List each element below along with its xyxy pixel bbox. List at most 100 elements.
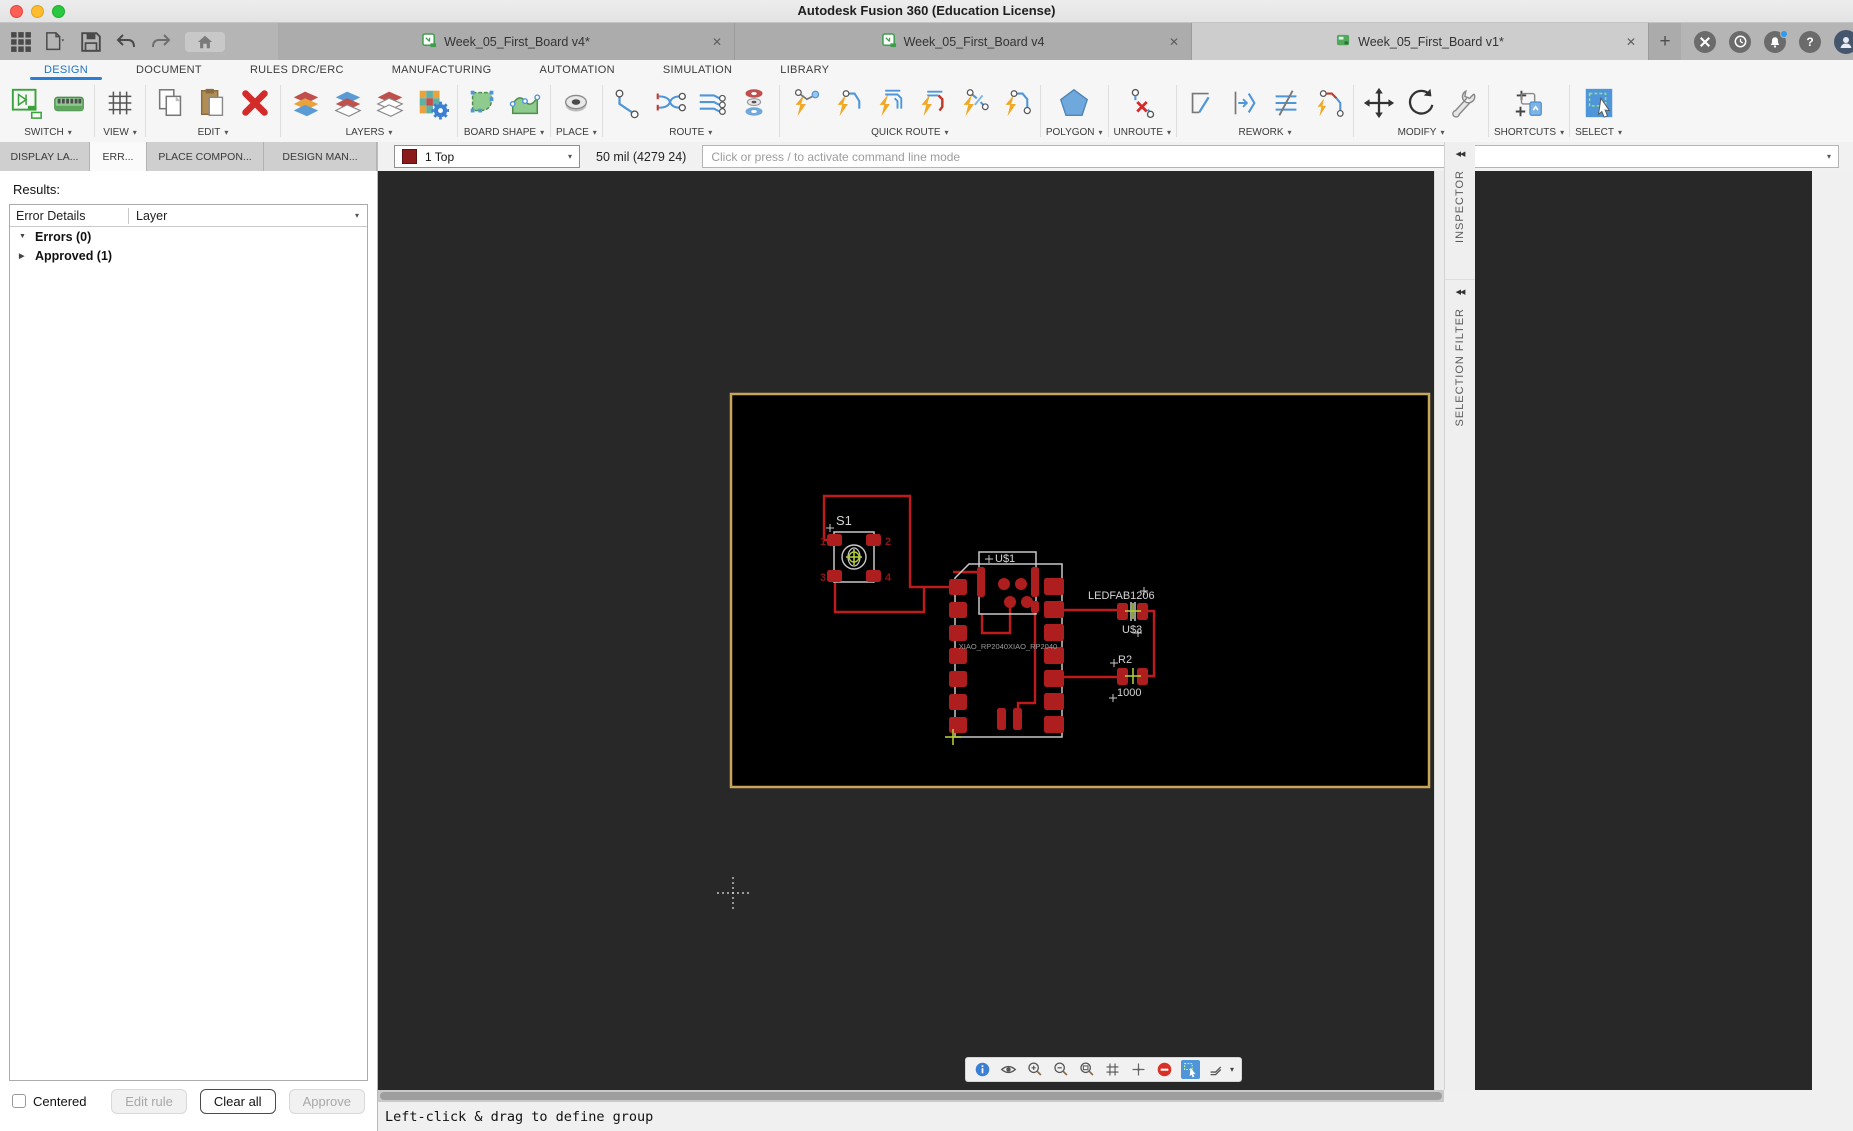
centered-checkbox[interactable]	[12, 1094, 26, 1108]
unroute-icon[interactable]	[1122, 82, 1162, 124]
quick-route-single-icon[interactable]	[995, 82, 1035, 124]
centered-checkbox-label[interactable]: Centered	[12, 1094, 86, 1109]
menu-rules-drc-erc[interactable]: RULES DRC/ERC	[226, 60, 368, 80]
toolbar-group-label[interactable]: BOARD SHAPE ▾	[464, 125, 544, 140]
info-icon[interactable]	[973, 1060, 992, 1079]
app-grid-icon[interactable]	[10, 31, 32, 53]
tab-place-components[interactable]: PLACE COMPON...	[147, 142, 264, 171]
toolbar-group-label[interactable]: UNROUTE ▾	[1114, 125, 1171, 140]
polygon-icon[interactable]	[1054, 82, 1094, 124]
document-tab-3-active[interactable]: Week_05_First_Board v1* ✕	[1192, 23, 1649, 60]
box-select-icon[interactable]	[1181, 1060, 1200, 1079]
layer-settings-icon[interactable]	[412, 82, 452, 124]
menu-library[interactable]: LIBRARY	[756, 60, 853, 80]
toolbar-group-label[interactable]: QUICK ROUTE ▾	[871, 125, 948, 140]
menu-simulation[interactable]: SIMULATION	[639, 60, 756, 80]
route-icon[interactable]	[608, 82, 648, 124]
command-line-input[interactable]	[702, 145, 1839, 168]
board-curve-icon[interactable]	[505, 82, 545, 124]
edit-rule-button[interactable]: Edit rule	[111, 1088, 187, 1114]
toolbar-group-label[interactable]: POLYGON ▾	[1046, 125, 1103, 140]
toolbar-group-label[interactable]: SELECT ▾	[1575, 125, 1622, 140]
quick-route-break-icon[interactable]	[953, 82, 993, 124]
toolbar-group-label[interactable]: LAYERS ▾	[346, 125, 393, 140]
collapse-icon[interactable]: ◀◀	[1456, 288, 1466, 296]
toolbar-group-label[interactable]: EDIT ▾	[198, 125, 229, 140]
menu-document[interactable]: DOCUMENT	[112, 60, 226, 80]
inspector-panel-tab[interactable]: ◀◀ INSPECTOR	[1445, 142, 1475, 243]
quick-route-corner-icon[interactable]	[827, 82, 867, 124]
menu-automation[interactable]: AUTOMATION	[516, 60, 639, 80]
expand-arrow-icon[interactable]: ▶	[19, 252, 28, 260]
delete-icon[interactable]	[235, 82, 275, 124]
results-row-approved[interactable]: ▶ Approved (1)	[10, 246, 367, 265]
job-status-icon[interactable]	[1729, 30, 1751, 53]
notifications-icon[interactable]	[1764, 29, 1788, 53]
document-tab-1[interactable]: Week_05_First_Board v4* ✕	[278, 23, 735, 60]
horizontal-scrollbar[interactable]	[378, 1090, 1444, 1102]
close-icon[interactable]: ✕	[1169, 35, 1179, 49]
approve-button[interactable]: Approve	[288, 1088, 365, 1114]
chevron-down-icon[interactable]: ▾	[1230, 1065, 1234, 1074]
layers-color-icon[interactable]	[286, 82, 326, 124]
undo-icon[interactable]	[115, 31, 137, 53]
copy-icon[interactable]	[151, 82, 191, 124]
via-icon[interactable]	[556, 82, 596, 124]
board-outline-icon[interactable]	[463, 82, 503, 124]
toolbar-group-label[interactable]: REWORK ▾	[1239, 125, 1292, 140]
column-error-details[interactable]: Error Details	[10, 209, 128, 223]
slide-route-icon[interactable]	[1266, 82, 1306, 124]
new-tab-button[interactable]: +	[1649, 23, 1681, 60]
shortcuts-icon[interactable]	[1509, 82, 1549, 124]
toolbar-group-label[interactable]: SWITCH ▾	[24, 125, 71, 140]
via-stack-icon[interactable]	[734, 82, 774, 124]
menu-manufacturing[interactable]: MANUFACTURING	[368, 60, 516, 80]
toolbar-group-label[interactable]: ROUTE ▾	[669, 125, 712, 140]
tab-display-layers[interactable]: DISPLAY LA...	[0, 142, 90, 171]
toolbar-group-label[interactable]: MODIFY ▾	[1398, 125, 1445, 140]
wrench-icon[interactable]	[1443, 82, 1483, 124]
extensions-icon[interactable]	[1694, 30, 1716, 53]
help-icon[interactable]: ?	[1799, 30, 1821, 53]
close-icon[interactable]: ✕	[712, 35, 722, 49]
push-route-icon[interactable]	[1224, 82, 1264, 124]
menu-design[interactable]: DESIGN	[20, 60, 112, 80]
redo-icon[interactable]	[150, 31, 172, 53]
stop-icon[interactable]	[1155, 1060, 1174, 1079]
chevron-down-icon[interactable]: ▾	[355, 211, 367, 220]
document-tab-2[interactable]: Week_05_First_Board v4 ✕	[735, 23, 1192, 60]
toolbar-group-label[interactable]: SHORTCUTS ▾	[1494, 125, 1564, 140]
quick-route-bus-icon[interactable]	[869, 82, 909, 124]
pcb-editor-canvas[interactable]: S1 U$1 XIAO_RP2040XIAO_RP2040 LEDFAB1206 U$3…	[378, 171, 1812, 1090]
reroute-icon[interactable]	[1308, 82, 1348, 124]
diff-pair-route-icon[interactable]	[650, 82, 690, 124]
bend-style-icon[interactable]	[1207, 1060, 1226, 1079]
tab-design-manager[interactable]: DESIGN MAN...	[264, 142, 377, 171]
home-button[interactable]	[185, 31, 225, 52]
zoom-window-icon[interactable]	[1077, 1060, 1096, 1079]
toolbar-group-label[interactable]: PLACE ▾	[556, 125, 597, 140]
collapse-icon[interactable]: ◀◀	[1456, 150, 1466, 158]
paste-icon[interactable]	[193, 82, 233, 124]
rotate-icon[interactable]	[1401, 82, 1441, 124]
toolbar-group-label[interactable]: VIEW ▾	[103, 125, 137, 140]
expand-arrow-icon[interactable]: ▼	[19, 233, 28, 240]
scrollbar-thumb[interactable]	[380, 1092, 1442, 1100]
origin-icon[interactable]	[1129, 1060, 1148, 1079]
results-row-errors[interactable]: ▼ Errors (0)	[10, 227, 367, 246]
move-icon[interactable]	[1359, 82, 1399, 124]
zoom-out-icon[interactable]	[1051, 1060, 1070, 1079]
save-icon[interactable]	[80, 31, 102, 53]
zoom-in-icon[interactable]	[1025, 1060, 1044, 1079]
grid-icon[interactable]	[1103, 1060, 1122, 1079]
new-file-icon[interactable]	[45, 31, 67, 53]
layers-stack-icon[interactable]	[370, 82, 410, 124]
visibility-icon[interactable]	[999, 1060, 1018, 1079]
vertical-scrollbar[interactable]	[1434, 171, 1444, 1090]
switch-board-icon[interactable]	[49, 82, 89, 124]
layer-select[interactable]: 1 Top ▾	[394, 145, 580, 168]
close-icon[interactable]: ✕	[1626, 35, 1636, 49]
pcb-drawing[interactable]: S1 U$1 XIAO_RP2040XIAO_RP2040 LEDFAB1206 U$3…	[378, 171, 1812, 1090]
tab-errors[interactable]: ERR...	[90, 142, 147, 171]
quick-route-finish-icon[interactable]	[911, 82, 951, 124]
